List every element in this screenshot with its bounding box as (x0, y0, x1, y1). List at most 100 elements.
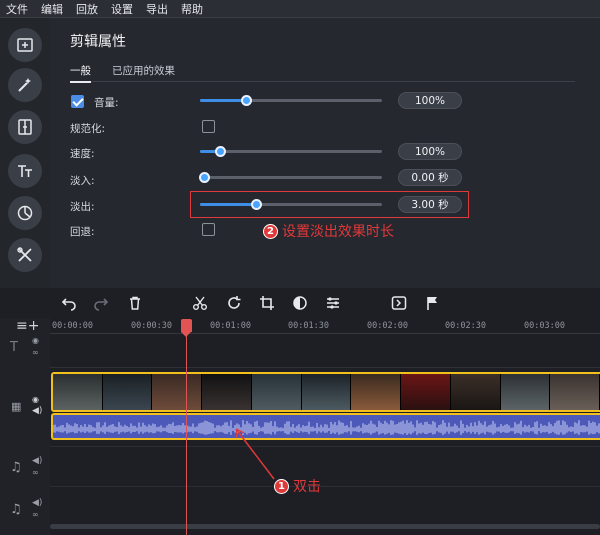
ruler-tick-label: 00:03:00 (524, 321, 565, 331)
cut-icon[interactable] (192, 295, 208, 311)
volume-checkbox[interactable] (71, 95, 84, 108)
step1-text: 双击 (293, 479, 321, 495)
effects-button[interactable] (8, 68, 42, 102)
slider-fill (200, 203, 257, 206)
step1-annotation: 1 双击 (274, 476, 321, 496)
step2-badge: 2 (263, 223, 278, 239)
undo-icon[interactable] (61, 295, 77, 311)
filters-icon (17, 205, 33, 221)
video-clip[interactable] (51, 372, 600, 412)
fade-out-slider[interactable] (200, 199, 382, 210)
video-thumbnail (401, 374, 451, 410)
menu-settings[interactable]: 设置 (111, 1, 133, 17)
link-icon[interactable]: ∞ (32, 510, 39, 519)
video-thumbnail (152, 374, 203, 410)
menu-export[interactable]: 导出 (146, 1, 168, 17)
playhead-handle[interactable] (181, 319, 192, 337)
slider-handle[interactable] (198, 172, 210, 183)
menu-playback[interactable]: 回放 (76, 1, 98, 17)
ruler-tick-label: 00:00:00 (52, 321, 93, 331)
audio-waveform (53, 420, 600, 435)
audio-clip[interactable] (51, 413, 600, 440)
video-thumbnail (301, 374, 352, 410)
track-header-column: ≡+ T ◉ ∞ ▦ ◉ ◀) ♫ ◀) ∞ ♫ ◀) ∞ (0, 318, 50, 535)
time-ruler[interactable]: 00:00:00 00:00:30 00:01:00 00:01:30 00:0… (50, 318, 600, 334)
playhead-line (186, 328, 187, 535)
normalize-checkbox[interactable] (202, 120, 215, 133)
video-thumbnail (251, 374, 302, 410)
clip-properties-panel: 剪辑属性 一般 已应用的效果 音量: 100% 规范化: 速度: 100% 淡入… (50, 18, 600, 288)
menu-help[interactable]: 帮助 (181, 1, 203, 17)
menu-file[interactable]: 文件 (6, 1, 28, 17)
transitions-icon (18, 119, 32, 135)
titles-button[interactable] (8, 154, 42, 188)
ruler-tick-label: 00:00:30 (131, 321, 172, 331)
music-track-icon: ♫ (10, 460, 22, 475)
speed-slider[interactable] (200, 146, 382, 157)
speaker-icon[interactable]: ◀) (32, 498, 42, 508)
delete-icon[interactable] (127, 295, 143, 311)
tab-general[interactable]: 一般 (70, 63, 91, 83)
speaker-icon[interactable]: ◀) (32, 406, 42, 416)
titles-icon (18, 165, 32, 177)
reverse-label: 回退: (70, 226, 95, 238)
link-icon[interactable]: ∞ (32, 348, 39, 357)
eye-icon[interactable]: ◉ (32, 336, 39, 345)
flag-icon[interactable] (425, 295, 441, 311)
volume-label: 音量: (94, 97, 119, 109)
fade-in-value[interactable]: 0.00 秒 (398, 169, 462, 186)
music-track-2[interactable] (50, 486, 600, 526)
magic-wand-icon (18, 78, 31, 92)
step2-annotation: 2 设置淡出效果时长 (263, 221, 394, 241)
speed-label: 速度: (70, 148, 95, 160)
step1-badge: 1 (274, 478, 289, 494)
fade-in-slider[interactable] (198, 172, 382, 183)
panel-title: 剪辑属性 (70, 34, 126, 50)
annotation-arrow (235, 428, 275, 480)
video-thumbnail (500, 374, 551, 410)
properties-tabs: 一般 已应用的效果 (70, 62, 575, 83)
ruler-tick-label: 00:02:00 (367, 321, 408, 331)
tab-applied-effects[interactable]: 已应用的效果 (112, 63, 175, 78)
add-track-icon[interactable]: ≡+ (16, 318, 39, 334)
text-track-icon: T (10, 340, 18, 355)
speaker-icon[interactable]: ◀) (32, 456, 42, 466)
video-thumbnail (53, 374, 103, 410)
slider-handle[interactable] (240, 95, 252, 106)
color-adjust-icon[interactable] (292, 295, 308, 311)
text-track[interactable] (50, 336, 600, 368)
tools-button[interactable] (8, 238, 42, 272)
music-track-icon: ♫ (10, 502, 22, 517)
video-thumbnail (102, 374, 153, 410)
clip-properties-icon[interactable] (391, 295, 407, 311)
volume-value[interactable]: 100% (398, 92, 462, 109)
link-icon[interactable]: ∞ (32, 468, 39, 477)
slider-handle[interactable] (215, 146, 227, 157)
video-thumbnail (450, 374, 501, 410)
timeline-toolbar (0, 288, 600, 318)
add-media-icon (17, 38, 33, 52)
fade-out-label: 淡出: (70, 201, 95, 213)
reverse-checkbox[interactable] (202, 223, 215, 236)
ruler-tick-label: 00:02:30 (445, 321, 486, 331)
volume-slider[interactable] (200, 95, 382, 106)
video-thumbnail (202, 374, 252, 410)
fade-out-value[interactable]: 3.00 秒 (398, 196, 462, 213)
eye-icon[interactable]: ◉ (32, 395, 39, 404)
music-track-1[interactable] (50, 446, 600, 486)
crop-icon[interactable] (259, 295, 275, 311)
speed-value[interactable]: 100% (398, 143, 462, 160)
video-thumbnail (550, 374, 600, 410)
rotate-icon[interactable] (226, 295, 242, 311)
normalize-label: 规范化: (70, 123, 106, 135)
filters-button[interactable] (8, 196, 42, 230)
add-media-button[interactable] (8, 28, 42, 62)
step2-text: 设置淡出效果时长 (282, 224, 394, 240)
timeline-scrollbar[interactable] (50, 524, 600, 529)
redo-icon[interactable] (93, 295, 109, 311)
tools-icon (17, 247, 32, 262)
ruler-tick-label: 00:01:30 (288, 321, 329, 331)
transitions-button[interactable] (8, 110, 42, 144)
equalizer-icon[interactable] (325, 295, 341, 311)
menu-edit[interactable]: 编辑 (41, 1, 63, 17)
